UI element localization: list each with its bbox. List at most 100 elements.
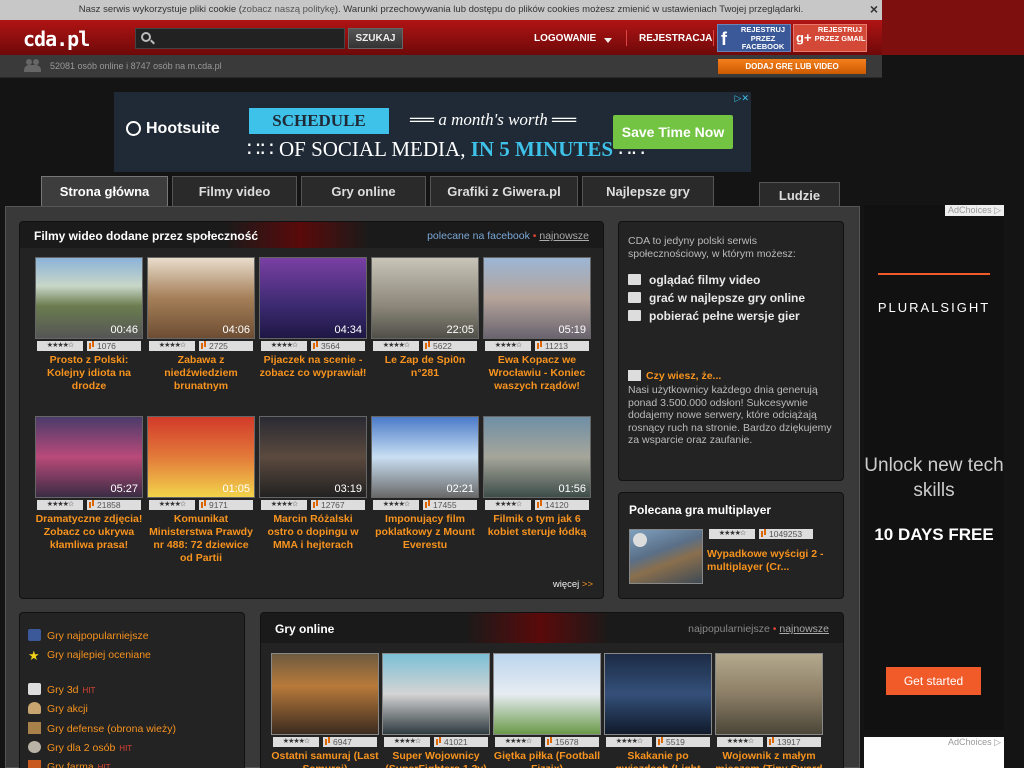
video-thumbnail[interactable]: 02:21: [371, 416, 479, 498]
glasses-3d-icon: [28, 683, 41, 695]
facebook-register-button[interactable]: f REJESTRUJ PRZEZ FACEBOOK: [717, 24, 791, 52]
game-thumbnail[interactable]: [493, 653, 601, 735]
game-title-link[interactable]: Skakanie po gwiazdach (Light: [604, 750, 712, 768]
video-thumbnail[interactable]: 05:27: [35, 416, 143, 498]
video-title-link[interactable]: Komunikat Ministerstwa Prawdy nr 488: 72…: [147, 513, 255, 565]
multiplayer-rating: ★★★★☆ 1049253: [707, 529, 815, 540]
rating-stars: ★★★★☆: [606, 737, 652, 747]
link-separator: •: [772, 623, 777, 635]
game-title-link[interactable]: Wojownik z małym mieczem (Tiny Sword: [715, 750, 823, 768]
tab-home[interactable]: Strona główna: [41, 176, 168, 208]
video-thumbnail[interactable]: 01:56: [483, 416, 591, 498]
ad-line-2a: ∷∷ OF SOCIAL MEDIA,: [247, 137, 466, 161]
video-thumbnail[interactable]: 22:05: [371, 257, 479, 339]
newest-videos-link[interactable]: najnowsze: [539, 230, 589, 242]
ad-line-2b: IN 5 MINUTES: [470, 137, 614, 161]
category-item[interactable]: Gry farma HIT: [28, 760, 111, 768]
tab-people[interactable]: Ludzie: [759, 182, 840, 206]
gmail-register-button[interactable]: g+ REJESTRUJ PRZEZ GMAIL: [793, 24, 867, 52]
ad-line-2: ∷∷ OF SOCIAL MEDIA, IN 5 MINUTES ∷∷: [247, 137, 645, 162]
games-panel-links: najpopularniejsze • najnowsze: [688, 623, 829, 635]
cookie-text-2: ). Warunki przechowywania lub dostępu do…: [334, 4, 804, 15]
game-thumbnail[interactable]: [382, 653, 490, 735]
video-thumbnail[interactable]: 04:06: [147, 257, 255, 339]
view-count: 2725: [199, 341, 253, 351]
ad-offer: 10 DAYS FREE: [874, 525, 994, 544]
video-thumbnail[interactable]: 03:19: [259, 416, 367, 498]
videos-panel-header: Filmy wideo dodane przez społeczność pol…: [20, 222, 603, 248]
video-title-link[interactable]: Le Zap de Spi0n n°281: [371, 354, 479, 380]
feature-play-games[interactable]: grać w najlepsze gry online: [628, 291, 805, 305]
chevron-down-icon[interactable]: [604, 38, 612, 43]
register-link[interactable]: REJESTRACJA: [639, 33, 712, 44]
category-item[interactable]: ★ Gry najlepiej oceniane: [28, 649, 155, 662]
adchoices-label[interactable]: AdChoices ▷: [945, 205, 1004, 216]
rating-stars: ★★★★☆: [485, 500, 531, 510]
game-title-link[interactable]: Giętka piłka (Football Fizzix): [493, 750, 601, 768]
category-item[interactable]: Gry najpopularniejsze: [28, 629, 153, 642]
multiplayer-game-link[interactable]: Wypadkowe wyścigi 2 - multiplayer (Cr...: [707, 548, 837, 574]
game-thumbnail[interactable]: [715, 653, 823, 735]
video-title-link[interactable]: Pijaczek na scenie - zobacz co wyprawiał…: [259, 354, 367, 380]
multiplayer-thumbnail[interactable]: [629, 529, 703, 584]
tab-games[interactable]: Gry online: [301, 176, 426, 206]
facebook-recommended-link[interactable]: polecane na facebook: [427, 230, 530, 242]
adchoices-label[interactable]: AdChoices ▷: [945, 737, 1004, 748]
video-title-link[interactable]: Zabawa z niedźwiedziem brunatnym: [147, 354, 255, 393]
newest-games-link[interactable]: najnowsze: [779, 623, 829, 635]
most-popular-games-link[interactable]: najpopularniejsze: [688, 623, 770, 635]
ad-close-icon[interactable]: ▷✕: [735, 93, 749, 104]
fact-title-text: Czy wiesz, że...: [646, 370, 722, 382]
video-title-link[interactable]: Ewa Kopacz we Wrocławiu - Koniec waszych…: [483, 354, 591, 393]
game-title-link[interactable]: Ostatni samuraj (Last Samurai): [271, 750, 379, 768]
video-thumbnail[interactable]: 00:46: [35, 257, 143, 339]
logo[interactable]: cda.pl: [23, 27, 90, 51]
search-icon: [141, 32, 151, 42]
cookie-close-button[interactable]: ×: [866, 2, 882, 18]
game-thumbnail[interactable]: [271, 653, 379, 735]
view-count: 17455: [423, 500, 477, 510]
video-title-link[interactable]: Filmik o tym jak 6 kobiet steruje łódką: [483, 513, 591, 539]
search-input[interactable]: [156, 30, 341, 47]
game-title-link[interactable]: Super Wojownicy (SuperFighters 1.3v): [382, 750, 490, 768]
rating-stars: ★★★★☆: [261, 341, 307, 351]
game-thumbnail[interactable]: [604, 653, 712, 735]
tab-videos[interactable]: Filmy video: [172, 176, 297, 206]
rating-stars: ★★★★☆: [273, 737, 319, 747]
category-label: Gry najpopularniejsze: [47, 630, 149, 642]
video-thumbnail[interactable]: 04:34: [259, 257, 367, 339]
feature-watch-videos[interactable]: oglądać filmy video: [628, 273, 760, 287]
ad-banner-right[interactable]: AdChoices ▷ PLURALSIGHT Unlock new tech …: [864, 205, 1004, 730]
multiplayer-title: Polecana gra multiplayer: [629, 503, 772, 517]
feature-download-games[interactable]: pobierać pełne wersje gier: [628, 309, 800, 323]
video-title-link[interactable]: Marcin Różalski ostro o dopingu w MMA i …: [259, 513, 367, 552]
video-thumbnail[interactable]: 05:19: [483, 257, 591, 339]
category-item[interactable]: Gry akcji: [28, 702, 92, 715]
video-title-link[interactable]: Dramatyczne zdjęcia! Zobacz co ukrywa kł…: [35, 513, 143, 552]
video-title-link[interactable]: Prosto z Polski: Kolejny idiota na drodz…: [35, 354, 143, 393]
search-button[interactable]: SZUKAJ: [348, 28, 403, 49]
video-title-link[interactable]: Imponujący film poklatkowy z Mount Evere…: [371, 513, 479, 552]
login-link[interactable]: LOGOWANIE: [534, 33, 596, 44]
rating-stars: ★★★★☆: [37, 341, 83, 351]
ad-banner-right-2[interactable]: AdChoices ▷: [864, 737, 1004, 768]
more-videos-link[interactable]: więcej >>: [553, 579, 593, 590]
multiplayer-box: Polecana gra multiplayer ★★★★☆ 1049253 W…: [618, 492, 844, 599]
category-item[interactable]: Gry defense (obrona wieży): [28, 722, 180, 735]
add-game-or-video-button[interactable]: DODAJ GRĘ LUB VIDEO: [718, 59, 866, 74]
category-item[interactable]: Gry dla 2 osób HIT: [28, 741, 132, 754]
ad-get-started-button[interactable]: Get started: [886, 667, 981, 695]
rating-stars: ★★★★☆: [373, 500, 419, 510]
video-thumbnail[interactable]: 01:05: [147, 416, 255, 498]
tab-best-games[interactable]: Najlepsze gry: [582, 176, 714, 206]
cookie-policy-link[interactable]: zobacz naszą politykę: [242, 4, 335, 15]
ad-banner-top[interactable]: Hootsuite SCHEDULE ══ a month's worth ══…: [114, 92, 751, 172]
view-count: 6947: [323, 737, 377, 747]
ad-headline: Unlock new tech skills: [864, 455, 1004, 501]
category-item[interactable]: Gry 3d HIT: [28, 683, 95, 696]
cookie-text-1: Nasz serwis wykorzystuje pliki cookie (: [78, 4, 242, 15]
view-count: 9171: [199, 500, 253, 510]
cookie-notice: Nasz serwis wykorzystuje pliki cookie (z…: [0, 0, 882, 20]
tab-graphics[interactable]: Grafiki z Giwera.pl: [430, 176, 578, 206]
ad-save-time-button[interactable]: Save Time Now: [613, 115, 733, 149]
